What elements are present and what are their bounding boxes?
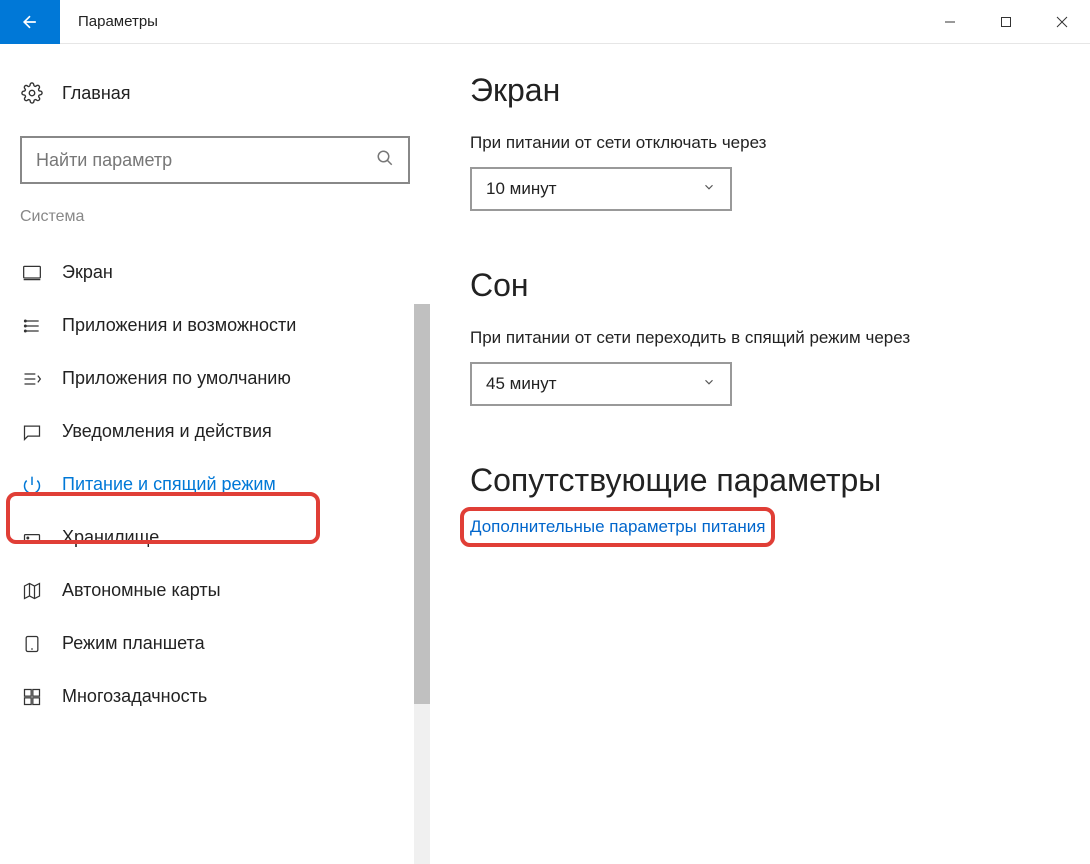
sidebar-item-label: Приложения и возможности <box>62 315 296 336</box>
back-button[interactable] <box>0 0 60 44</box>
gear-icon <box>20 82 44 104</box>
minimize-button[interactable] <box>922 0 978 44</box>
sidebar-item-display[interactable]: Экран <box>0 246 430 299</box>
maximize-button[interactable] <box>978 0 1034 44</box>
map-icon <box>20 581 44 601</box>
sidebar-item-multitasking[interactable]: Многозадачность <box>0 670 430 723</box>
close-icon <box>1056 16 1068 28</box>
dropdown-value: 10 минут <box>486 179 557 199</box>
category-label: Система <box>0 208 430 226</box>
dropdown-screen-timeout[interactable]: 10 минут <box>470 167 732 211</box>
sidebar-item-label: Приложения по умолчанию <box>62 368 291 389</box>
sidebar-item-apps[interactable]: Приложения и возможности <box>0 299 430 352</box>
arrow-left-icon <box>20 12 40 32</box>
link-additional-power[interactable]: Дополнительные параметры питания <box>470 517 765 536</box>
section-heading-screen: Экран <box>470 72 1050 109</box>
main-content: Экран При питании от сети отключать чере… <box>430 44 1090 860</box>
notifications-icon <box>20 422 44 442</box>
sidebar-item-power[interactable]: Питание и спящий режим <box>0 458 430 511</box>
sidebar-item-label: Режим планшета <box>62 633 205 654</box>
sidebar-item-label: Уведомления и действия <box>62 421 272 442</box>
multitasking-icon <box>20 687 44 707</box>
window-title: Параметры <box>60 13 922 30</box>
search-icon <box>376 149 394 172</box>
field-label-sleep: При питании от сети переходить в спящий … <box>470 328 1050 348</box>
sidebar-item-maps[interactable]: Автономные карты <box>0 564 430 617</box>
window-controls <box>922 0 1090 44</box>
titlebar: Параметры <box>0 0 1090 44</box>
apps-icon <box>20 316 44 336</box>
sidebar-item-notifications[interactable]: Уведомления и действия <box>0 405 430 458</box>
scrollbar-thumb[interactable] <box>414 304 430 704</box>
field-label-screen: При питании от сети отключать через <box>470 133 1050 153</box>
default-apps-icon <box>20 369 44 389</box>
minimize-icon <box>944 16 956 28</box>
storage-icon <box>20 528 44 548</box>
section-heading-sleep: Сон <box>470 267 1050 304</box>
dropdown-value: 45 минут <box>486 374 557 394</box>
sidebar-item-label: Автономные карты <box>62 580 221 601</box>
search-input[interactable] <box>36 150 376 171</box>
sidebar: Главная Система Экран Приложения и возмо… <box>0 44 430 860</box>
sidebar-item-storage[interactable]: Хранилище <box>0 511 430 564</box>
sidebar-item-label: Экран <box>62 262 113 283</box>
chevron-down-icon <box>702 375 716 394</box>
sidebar-item-label: Многозадачность <box>62 686 207 707</box>
tablet-icon <box>20 634 44 654</box>
close-button[interactable] <box>1034 0 1090 44</box>
sidebar-item-tablet[interactable]: Режим планшета <box>0 617 430 670</box>
section-heading-related: Сопутствующие параметры <box>470 462 1050 499</box>
maximize-icon <box>1000 16 1012 28</box>
search-box[interactable] <box>20 136 410 184</box>
sidebar-item-default-apps[interactable]: Приложения по умолчанию <box>0 352 430 405</box>
home-button[interactable]: Главная <box>0 74 430 112</box>
home-label: Главная <box>62 83 131 104</box>
sidebar-item-label: Питание и спящий режим <box>62 474 276 495</box>
nav-list: Экран Приложения и возможности Приложени… <box>0 246 430 723</box>
chevron-down-icon <box>702 180 716 199</box>
display-icon <box>20 263 44 283</box>
power-icon <box>20 475 44 495</box>
sidebar-item-label: Хранилище <box>62 527 159 548</box>
dropdown-sleep-timeout[interactable]: 45 минут <box>470 362 732 406</box>
